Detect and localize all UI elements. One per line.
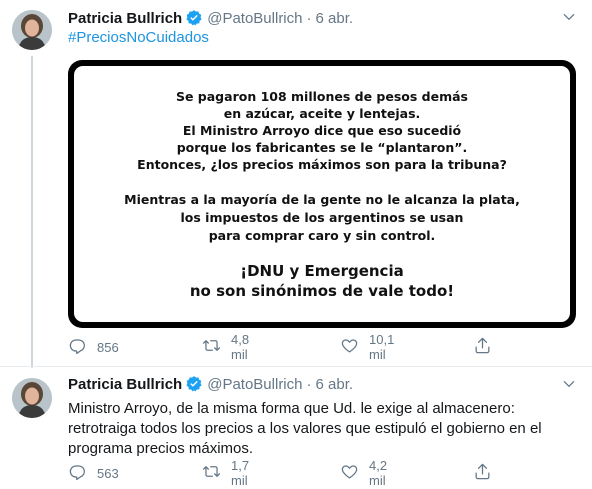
retweet-count: 4,8 mil bbox=[231, 332, 250, 362]
share-button[interactable] bbox=[473, 462, 492, 484]
separator-dot: · bbox=[306, 375, 312, 393]
chevron-down-icon[interactable] bbox=[560, 8, 578, 26]
tweet-1-header: Patricia Bullrich @PatoBullrich · 6 abr. bbox=[68, 8, 353, 28]
author-name[interactable]: Patricia Bullrich bbox=[68, 376, 182, 393]
tweet-text: Ministro Arroyo, de la misma forma que U… bbox=[68, 400, 542, 457]
image-text-line: no son sinónimos de vale todo! bbox=[189, 281, 455, 300]
image-text-line: Entonces, ¿los precios máximos son para … bbox=[137, 156, 507, 172]
retweet-icon bbox=[202, 462, 221, 484]
image-text-line: ¡DNU y Emergencia bbox=[240, 261, 404, 280]
image-text-line: Mientras a la mayoría de la gente no le … bbox=[124, 191, 520, 207]
author-handle[interactable]: @PatoBullrich bbox=[207, 376, 302, 393]
image-text-line: porque los fabricantes se le “plantaron”… bbox=[176, 139, 468, 155]
avatar[interactable] bbox=[12, 10, 52, 50]
like-count: 10,1 mil bbox=[369, 332, 395, 362]
like-count: 4,2 mil bbox=[369, 458, 388, 488]
image-paragraph-1: Se pagaron 108 millones de pesos demás e… bbox=[137, 88, 507, 173]
thread-line bbox=[31, 56, 33, 368]
reply-count: 563 bbox=[97, 465, 119, 481]
heart-icon bbox=[340, 336, 359, 358]
image-text-line: para comprar caro y sin control. bbox=[208, 227, 436, 243]
image-text-line: El Ministro Arroyo dice que eso sucedió bbox=[182, 122, 462, 138]
author-handle[interactable]: @PatoBullrich bbox=[207, 10, 302, 27]
reply-button[interactable]: 563 bbox=[68, 462, 119, 484]
image-text-line: los impuestos de los argentinos se usan bbox=[180, 209, 464, 225]
reply-icon bbox=[68, 462, 87, 484]
image-text-panel: Se pagaron 108 millones de pesos demás e… bbox=[74, 66, 570, 322]
image-paragraph-2: Mientras a la mayoría de la gente no le … bbox=[124, 191, 520, 245]
share-icon bbox=[473, 336, 492, 358]
retweet-button[interactable]: 1,7 mil bbox=[202, 458, 249, 488]
heart-icon bbox=[340, 462, 359, 484]
retweet-count: 1,7 mil bbox=[231, 458, 250, 488]
like-button[interactable]: 10,1 mil bbox=[340, 332, 394, 362]
chevron-down-icon[interactable] bbox=[560, 375, 578, 393]
verified-badge-icon bbox=[185, 9, 203, 27]
tweet-2-header: Patricia Bullrich @PatoBullrich · 6 abr. bbox=[68, 374, 353, 394]
image-text-line: en azúcar, aceite y lentejas. bbox=[223, 105, 421, 121]
tweet-date[interactable]: 6 abr. bbox=[316, 376, 354, 393]
tweet-date[interactable]: 6 abr. bbox=[316, 10, 354, 27]
like-button[interactable]: 4,2 mil bbox=[340, 458, 387, 488]
share-icon bbox=[473, 462, 492, 484]
hashtag-link[interactable]: #PreciosNoCuidados bbox=[68, 29, 209, 46]
image-paragraph-3: ¡DNU y Emergencia no son sinónimos de va… bbox=[190, 261, 454, 301]
retweet-button[interactable]: 4,8 mil bbox=[202, 332, 249, 362]
reply-count: 856 bbox=[97, 339, 119, 355]
reply-button[interactable]: 856 bbox=[68, 336, 119, 358]
avatar[interactable] bbox=[12, 378, 52, 418]
separator-dot: · bbox=[306, 9, 312, 27]
share-button[interactable] bbox=[473, 336, 492, 358]
author-name[interactable]: Patricia Bullrich bbox=[68, 10, 182, 27]
retweet-icon bbox=[202, 336, 221, 358]
tweet-image[interactable]: Se pagaron 108 millones de pesos demás e… bbox=[68, 60, 576, 328]
image-text-line: Se pagaron 108 millones de pesos demás bbox=[175, 88, 468, 104]
verified-badge-icon bbox=[185, 375, 203, 393]
reply-icon bbox=[68, 336, 87, 358]
